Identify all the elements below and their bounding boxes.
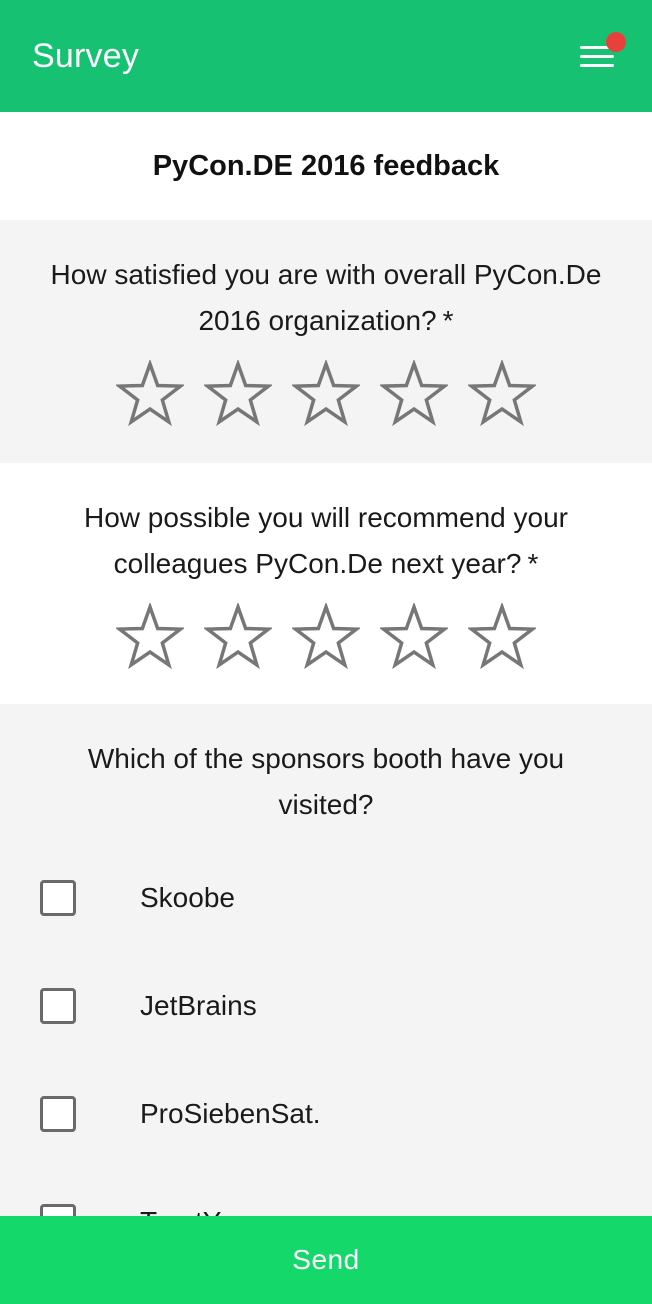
required-mark: * [527,548,539,579]
option-skoobe[interactable]: Skoobe [0,844,652,952]
question-text: How satisfied you are with overall PyCon… [0,220,652,344]
required-mark: * [442,305,454,336]
star-outline-icon[interactable] [204,360,272,428]
option-label: JetBrains [140,990,257,1021]
header-title: Survey [32,36,140,75]
star-outline-icon[interactable] [204,603,272,671]
star-outline-icon[interactable] [292,603,360,671]
star-rating [0,603,652,671]
option-prosiebensat[interactable]: ProSiebenSat. [0,1060,652,1168]
hamburger-menu-icon-bar [580,64,614,67]
star-outline-icon[interactable] [468,603,536,671]
survey-title-section: PyCon.DE 2016 feedback [0,112,652,220]
option-label: Skoobe [140,882,235,913]
star-outline-icon[interactable] [468,360,536,428]
star-rating [0,360,652,428]
question-label: How satisfied you are with overall PyCon… [50,259,602,336]
hamburger-menu-icon-bar [580,55,614,58]
star-outline-icon[interactable] [116,603,184,671]
question-satisfaction: How satisfied you are with overall PyCon… [0,220,652,463]
question-label: How possible you will recommend your col… [84,502,568,579]
star-outline-icon[interactable] [380,603,448,671]
survey-title: PyCon.DE 2016 feedback [152,149,500,182]
checkbox-unchecked-icon[interactable] [40,988,76,1024]
checkbox-unchecked-icon[interactable] [40,1096,76,1132]
star-outline-icon[interactable] [380,360,448,428]
send-button[interactable]: Send [0,1216,652,1304]
question-sponsors: Which of the sponsors booth have you vis… [0,704,652,1304]
checkbox-unchecked-icon[interactable] [40,880,76,916]
option-jetbrains[interactable]: JetBrains [0,952,652,1060]
question-recommend: How possible you will recommend your col… [0,463,652,704]
question-text: How possible you will recommend your col… [0,463,652,587]
star-outline-icon[interactable] [116,360,184,428]
sponsor-options: Skoobe JetBrains ProSiebenSat. TrustYou [0,844,652,1276]
notification-dot-icon [606,32,626,52]
question-text: Which of the sponsors booth have you vis… [87,743,565,820]
app-header: Survey [0,0,652,112]
survey-screen: Survey PyCon.DE 2016 feedback How satisf… [0,0,652,1304]
star-outline-icon[interactable] [292,360,360,428]
option-label: ProSiebenSat. [140,1098,321,1129]
